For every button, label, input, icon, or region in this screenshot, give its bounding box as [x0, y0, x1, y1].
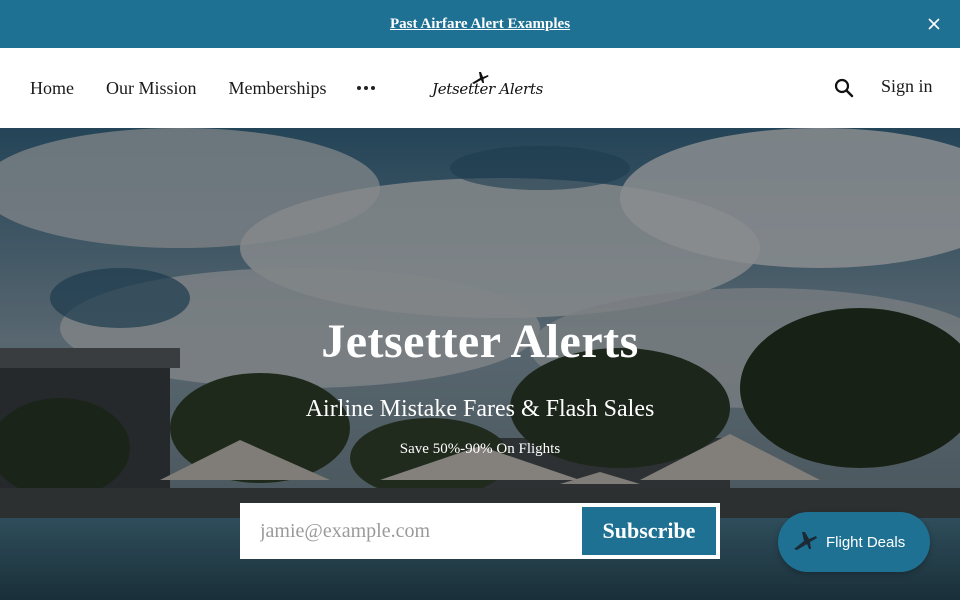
past-airfare-alert-link[interactable]: Past Airfare Alert Examples [390, 16, 570, 33]
subscribe-form: Subscribe [240, 503, 720, 559]
site-logo[interactable]: Jetsetter Alerts [430, 70, 543, 106]
nav-item-memberships[interactable]: Memberships [229, 78, 327, 99]
search-icon[interactable] [834, 78, 854, 98]
hero-subtitle: Airline Mistake Fares & Flash Sales [305, 396, 655, 422]
hero-title: Jetsetter Alerts [321, 315, 639, 368]
announcement-bar: Past Airfare Alert Examples [0, 0, 960, 48]
close-icon[interactable] [924, 14, 944, 34]
subscribe-button[interactable]: Subscribe [582, 507, 716, 555]
flight-deals-label: Flight Deals [826, 533, 906, 551]
logo-airplane-icon [472, 72, 489, 84]
airplane-icon [792, 529, 818, 556]
more-dots-icon[interactable] [356, 86, 375, 90]
nav-item-our-mission[interactable]: Our Mission [106, 78, 197, 99]
sign-in-link[interactable]: Sign in [881, 76, 933, 97]
flight-deals-button[interactable]: Flight Deals [778, 512, 930, 572]
nav-item-home[interactable]: Home [30, 78, 74, 99]
nav-links: Home Our Mission Memberships [30, 48, 375, 128]
email-input[interactable] [244, 507, 582, 555]
hero-tagline: Save 50%-90% On Flights [399, 441, 561, 457]
